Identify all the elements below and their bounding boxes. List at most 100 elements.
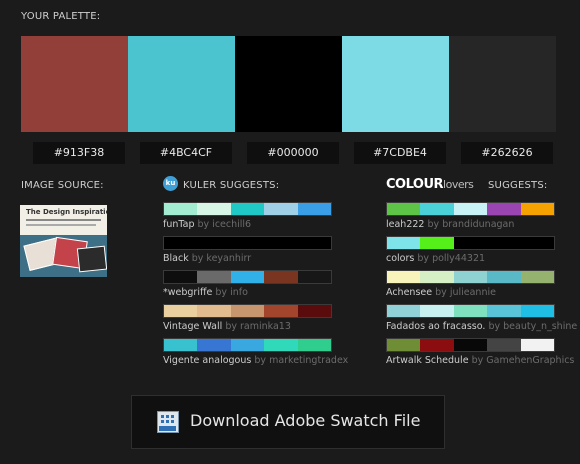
colourlovers-palette-color-chip [520, 305, 555, 317]
colourlovers-palette-color-chip [520, 339, 555, 351]
colourlovers-palette-author-link[interactable]: brandidunagan [442, 219, 514, 230]
kuler-theme-color-chip [297, 203, 332, 215]
colourlovers-palette-name-link[interactable]: Achensee [386, 287, 432, 298]
kuler-theme-color-chip [197, 271, 231, 283]
kuler-theme-color-chip [297, 339, 332, 351]
colourlovers-palette-caption: colors by polly44321 [386, 253, 485, 264]
kuler-theme-by-text: by [254, 355, 267, 366]
palette-heading: YOUR PALETTE: [21, 11, 101, 22]
colourlovers-palette-color-chip [520, 237, 555, 249]
palette-swatch-4[interactable] [342, 36, 449, 132]
colourlovers-palette-author-link[interactable]: GamehenGraphics [486, 355, 574, 366]
kuler-theme-color-chip [164, 203, 198, 215]
colourlovers-palette-color-chip [453, 271, 488, 283]
hex-code-2[interactable]: #4BC4CF [140, 142, 232, 164]
kuler-theme-name-link[interactable]: funTap [163, 219, 194, 230]
download-swatch-button[interactable]: Download Adobe Swatch File [131, 395, 445, 449]
kuler-theme-caption: Vigente analogous by marketingtradex [163, 355, 348, 366]
image-source-thumbnail[interactable]: The Design Inspiration [20, 205, 107, 277]
colourlovers-palette-caption: Artwalk Schedule by GamehenGraphics [386, 355, 574, 366]
colourlovers-palette-color-chip [520, 203, 555, 215]
colourlovers-palette-color-chip [387, 203, 421, 215]
kuler-theme-color-chip [230, 339, 265, 351]
colourlovers-palette-color-chip [520, 271, 555, 283]
kuler-theme-color-chip [164, 305, 198, 317]
kuler-theme-author-link[interactable]: icechill6 [212, 219, 251, 230]
colourlovers-palette-color-chip [487, 237, 521, 249]
kuler-theme-author-link[interactable]: raminka13 [240, 321, 291, 332]
kuler-theme-swatch-strip[interactable] [163, 236, 332, 250]
colourlovers-palette-author-link[interactable]: julieannie [450, 287, 496, 298]
colourlovers-palette-swatch-strip[interactable] [386, 202, 555, 216]
kuler-theme-swatch-strip[interactable] [163, 270, 332, 284]
palette-swatch-5[interactable] [449, 36, 556, 132]
kuler-theme-color-chip [197, 339, 231, 351]
colourlovers-palette-by-text: by [417, 253, 430, 264]
colourlovers-palette-swatch-strip[interactable] [386, 236, 555, 250]
kuler-theme-swatch-strip[interactable] [163, 202, 332, 216]
colourlovers-palette-name-link[interactable]: colors [386, 253, 414, 264]
colourlovers-palette-color-chip [420, 305, 454, 317]
colourlovers-palette-caption: leah222 by brandidunagan [386, 219, 514, 230]
kuler-theme-caption: *webgriffe by info [163, 287, 248, 298]
hex-code-5[interactable]: #262626 [461, 142, 553, 164]
palette-swatch-3[interactable] [235, 36, 342, 132]
kuler-theme-swatch-strip[interactable] [163, 338, 332, 352]
kuler-theme-swatch-strip[interactable] [163, 304, 332, 318]
kuler-theme-name-link[interactable]: Vigente analogous [163, 355, 251, 366]
colourlovers-palette-color-chip [420, 237, 454, 249]
palette-swatch-1[interactable] [21, 36, 128, 132]
colourlovers-palette-by-text: by [488, 321, 501, 332]
colourlovers-palette-caption: Fadados ao fracasso. by beauty_n_shine [386, 321, 577, 332]
kuler-theme-color-chip [164, 271, 198, 283]
kuler-theme-color-chip [164, 237, 198, 249]
kuler-theme-color-chip [297, 237, 332, 249]
colourlovers-palette-by-text: by [471, 355, 484, 366]
colourlovers-palette-name-link[interactable]: leah222 [386, 219, 424, 230]
image-source-heading: IMAGE SOURCE: [21, 180, 104, 191]
kuler-theme-by-text: by [191, 253, 204, 264]
kuler-theme-color-chip [264, 237, 298, 249]
palette-swatch-2[interactable] [128, 36, 235, 132]
colourlovers-palette-author-link[interactable]: beauty_n_shine [503, 321, 577, 332]
hex-code-4[interactable]: #7CDBE4 [354, 142, 446, 164]
kuler-theme-by-text: by [197, 219, 210, 230]
kuler-theme-color-chip [264, 203, 298, 215]
kuler-theme-color-chip [197, 203, 231, 215]
kuler-logo-icon: ku [163, 176, 178, 191]
colourlovers-palette-by-text: by [435, 287, 447, 298]
kuler-theme-color-chip [197, 237, 231, 249]
kuler-theme-color-chip [230, 203, 265, 215]
colourlovers-palette-color-chip [453, 305, 488, 317]
colourlovers-palette-name-link[interactable]: Artwalk Schedule [386, 355, 469, 366]
colourlovers-palette-color-chip [387, 305, 421, 317]
colourlovers-palette-color-chip [453, 237, 488, 249]
palette-swatches [21, 36, 556, 132]
colourlovers-palette-caption: Achensee by julieannie [386, 287, 496, 298]
kuler-theme-caption: funTap by icechill6 [163, 219, 251, 230]
colourlovers-logo: COLOURlovers [386, 177, 474, 192]
kuler-theme-author-link[interactable]: keyanhirr [206, 253, 251, 264]
adobe-swatch-file-icon [157, 411, 179, 433]
kuler-theme-color-chip [230, 237, 265, 249]
kuler-theme-author-link[interactable]: info [230, 287, 248, 298]
kuler-theme-name-link[interactable]: *webgriffe [163, 287, 212, 298]
colourlovers-palette-swatch-strip[interactable] [386, 270, 555, 284]
colourlovers-palette-color-chip [487, 271, 521, 283]
kuler-theme-color-chip [264, 339, 298, 351]
colourlovers-palette-name-link[interactable]: Fadados ao fracasso. [386, 321, 485, 332]
colourlovers-palette-swatch-strip[interactable] [386, 338, 555, 352]
colourlovers-palette-color-chip [387, 237, 421, 249]
kuler-theme-color-chip [230, 305, 265, 317]
kuler-theme-by-text: by [225, 321, 237, 332]
colourlovers-palette-author-link[interactable]: polly44321 [432, 253, 485, 264]
hex-code-1[interactable]: #913F38 [33, 142, 125, 164]
hex-code-3[interactable]: #000000 [247, 142, 339, 164]
kuler-theme-name-link[interactable]: Vintage Wall [163, 321, 222, 332]
kuler-theme-author-link[interactable]: marketingtradex [269, 355, 348, 366]
colourlovers-palette-color-chip [453, 203, 488, 215]
kuler-theme-name-link[interactable]: Black [163, 253, 189, 264]
colourlovers-palette-swatch-strip[interactable] [386, 304, 555, 318]
kuler-theme-color-chip [164, 339, 198, 351]
kuler-theme-color-chip [197, 305, 231, 317]
